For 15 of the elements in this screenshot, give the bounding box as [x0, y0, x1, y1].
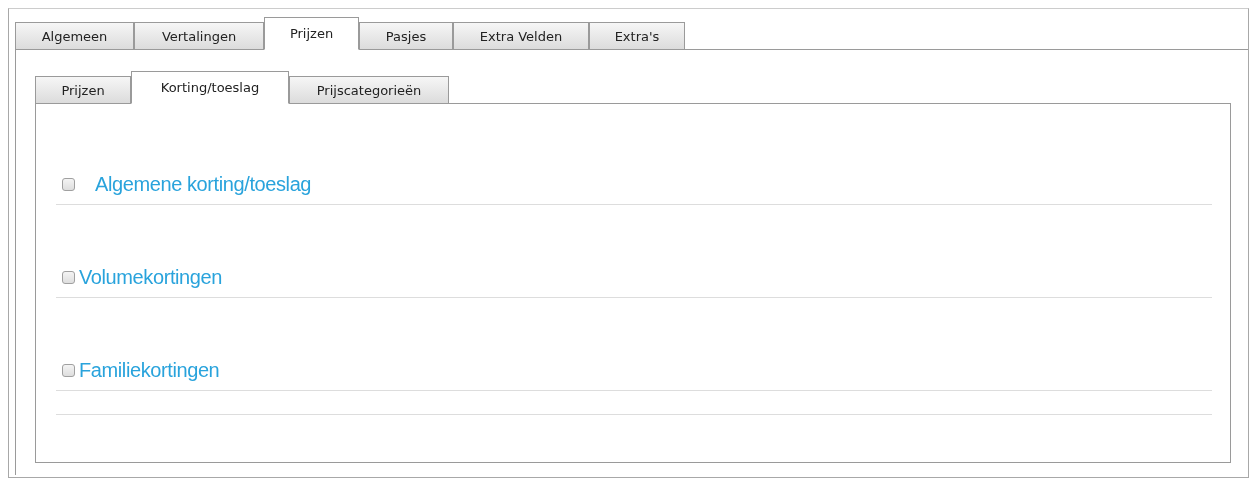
checkbox[interactable]	[62, 363, 75, 377]
tab[interactable]: Vertalingen	[134, 22, 264, 50]
section-heading: Volumekortingen	[79, 265, 222, 289]
tab[interactable]: Pasjes	[359, 22, 453, 50]
tab[interactable]: Prijzen	[35, 76, 131, 104]
tab[interactable]: Extra Velden	[453, 22, 589, 50]
checkbox[interactable]	[62, 270, 75, 284]
tab[interactable]: Prijscategorieën	[289, 76, 449, 104]
checkbox[interactable]	[62, 177, 75, 191]
tab[interactable]: Extra's	[589, 22, 685, 50]
tab[interactable]: Algemeen	[15, 22, 134, 50]
section-heading: Algemene korting/toeslag	[95, 172, 312, 196]
tab[interactable]: Prijzen	[264, 17, 359, 50]
section-heading: Familiekortingen	[79, 358, 220, 382]
tab[interactable]: Korting/toeslag	[131, 71, 289, 104]
